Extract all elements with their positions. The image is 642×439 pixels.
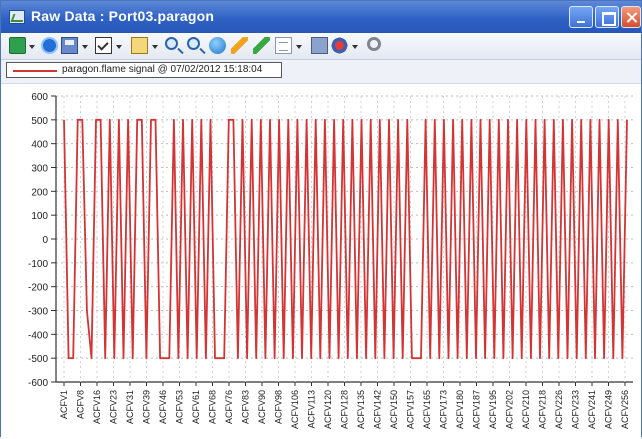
x-tick-label: ACFV8 <box>76 390 86 419</box>
zoom-in-icon[interactable] <box>165 37 178 50</box>
grid-icon[interactable] <box>275 37 292 54</box>
y-tick-label: 100 <box>31 211 48 222</box>
x-tick-label: ACFV83 <box>241 390 251 424</box>
play-icon[interactable] <box>41 37 58 54</box>
x-tick-label: ACFV98 <box>274 390 284 424</box>
y-tick-label: -100 <box>28 259 48 270</box>
chart-window-icon <box>9 10 25 24</box>
search-icon[interactable] <box>187 37 200 50</box>
x-tick-label: ACFV226 <box>554 390 564 429</box>
y-tick-label: -300 <box>28 307 48 318</box>
x-tick-label: ACFV53 <box>175 390 185 424</box>
y-tick-label: -400 <box>28 330 48 341</box>
x-tick-label: ACFV61 <box>191 390 201 424</box>
x-tick-label: ACFV241 <box>587 390 597 429</box>
maximize-button[interactable] <box>595 6 619 28</box>
x-tick-label: ACFV195 <box>488 390 498 429</box>
checkbox-icon[interactable] <box>95 37 112 54</box>
x-tick-label: ACFV150 <box>389 390 399 429</box>
x-tick-label: ACFV1 <box>59 390 69 419</box>
x-tick-label: ACFV90 <box>257 390 267 424</box>
x-tick-label: ACFV249 <box>604 390 614 429</box>
x-tick-label: ACFV210 <box>521 390 531 429</box>
x-tick-label: ACFV76 <box>224 390 234 424</box>
toolbar <box>1 33 641 60</box>
title-bar[interactable]: Raw Data : Port03.paragon <box>1 1 641 33</box>
x-tick-label: ACFV68 <box>208 390 218 424</box>
y-tick-label: 400 <box>31 140 48 151</box>
x-tick-label: ACFV106 <box>290 390 300 429</box>
line-chart[interactable]: 600 500 400 300 200 100 0 -100 -200 -300 -400 -500 -… <box>1 84 641 439</box>
document-dropdown-icon[interactable] <box>152 45 158 49</box>
y-tick-label: 300 <box>31 164 48 175</box>
print-icon[interactable] <box>311 37 328 54</box>
settings-icon[interactable] <box>367 37 381 51</box>
y-tick-label: -600 <box>28 378 48 389</box>
green-pencil-icon[interactable] <box>253 37 270 54</box>
x-tick-label: ACFV173 <box>439 390 449 429</box>
save-dropdown-icon[interactable] <box>82 45 88 49</box>
raw-data-window: Raw Data : Port03.paragon paragon.flame … <box>0 0 642 439</box>
x-tick-label: ACFV120 <box>323 390 333 429</box>
x-tick-label: ACFV113 <box>307 390 317 428</box>
y-tick-label: 0 <box>42 235 48 246</box>
y-tick-label: -200 <box>28 283 48 294</box>
x-tick-label: ACFV23 <box>109 390 119 424</box>
document-icon[interactable] <box>131 37 148 54</box>
legend-label: paragon.flame signal @ 07/02/2012 15:18:… <box>62 64 263 75</box>
x-tick-label: ACFV218 <box>538 390 548 429</box>
y-tick-label: 200 <box>31 187 48 198</box>
x-tick-label: ACFV135 <box>356 390 366 429</box>
save-icon[interactable] <box>61 37 78 54</box>
record-dropdown-icon[interactable] <box>352 45 358 49</box>
globe-icon[interactable] <box>209 37 226 54</box>
x-tick-label: ACFV16 <box>92 390 102 424</box>
x-tick-label: ACFV165 <box>422 390 432 429</box>
checkbox-dropdown-icon[interactable] <box>116 45 122 49</box>
refresh-dropdown-icon[interactable] <box>29 45 35 49</box>
x-tick-label: ACFV39 <box>142 390 152 424</box>
minimize-button[interactable] <box>569 6 593 28</box>
x-tick-label: ACFV142 <box>373 390 383 429</box>
x-tick-label: ACFV128 <box>340 390 350 429</box>
x-tick-label: ACFV157 <box>406 390 416 429</box>
chart-area[interactable]: 600 500 400 300 200 100 0 -100 -200 -300 -400 -500 -… <box>1 83 641 439</box>
y-tick-label: 600 <box>31 92 48 103</box>
refresh-icon[interactable] <box>9 37 26 54</box>
x-tick-label: ACFV233 <box>571 390 581 429</box>
pencil-icon[interactable] <box>231 37 248 54</box>
close-button[interactable] <box>621 6 641 28</box>
x-tick-label: ACFV256 <box>620 390 630 429</box>
legend-line-swatch <box>13 70 57 72</box>
x-tick-label: ACFV202 <box>505 390 515 429</box>
x-tick-label: ACFV180 <box>455 390 465 429</box>
x-tick-label: ACFV46 <box>158 390 168 424</box>
y-tick-label: 500 <box>31 116 48 127</box>
x-tick-label: ACFV31 <box>125 390 135 424</box>
y-tick-label: -500 <box>28 354 48 365</box>
record-icon[interactable] <box>331 37 348 54</box>
x-tick-label: ACFV187 <box>472 390 482 429</box>
grid-dropdown-icon[interactable] <box>296 45 302 49</box>
window-title: Raw Data : Port03.paragon <box>31 8 215 24</box>
legend: paragon.flame signal @ 07/02/2012 15:18:… <box>6 62 282 78</box>
